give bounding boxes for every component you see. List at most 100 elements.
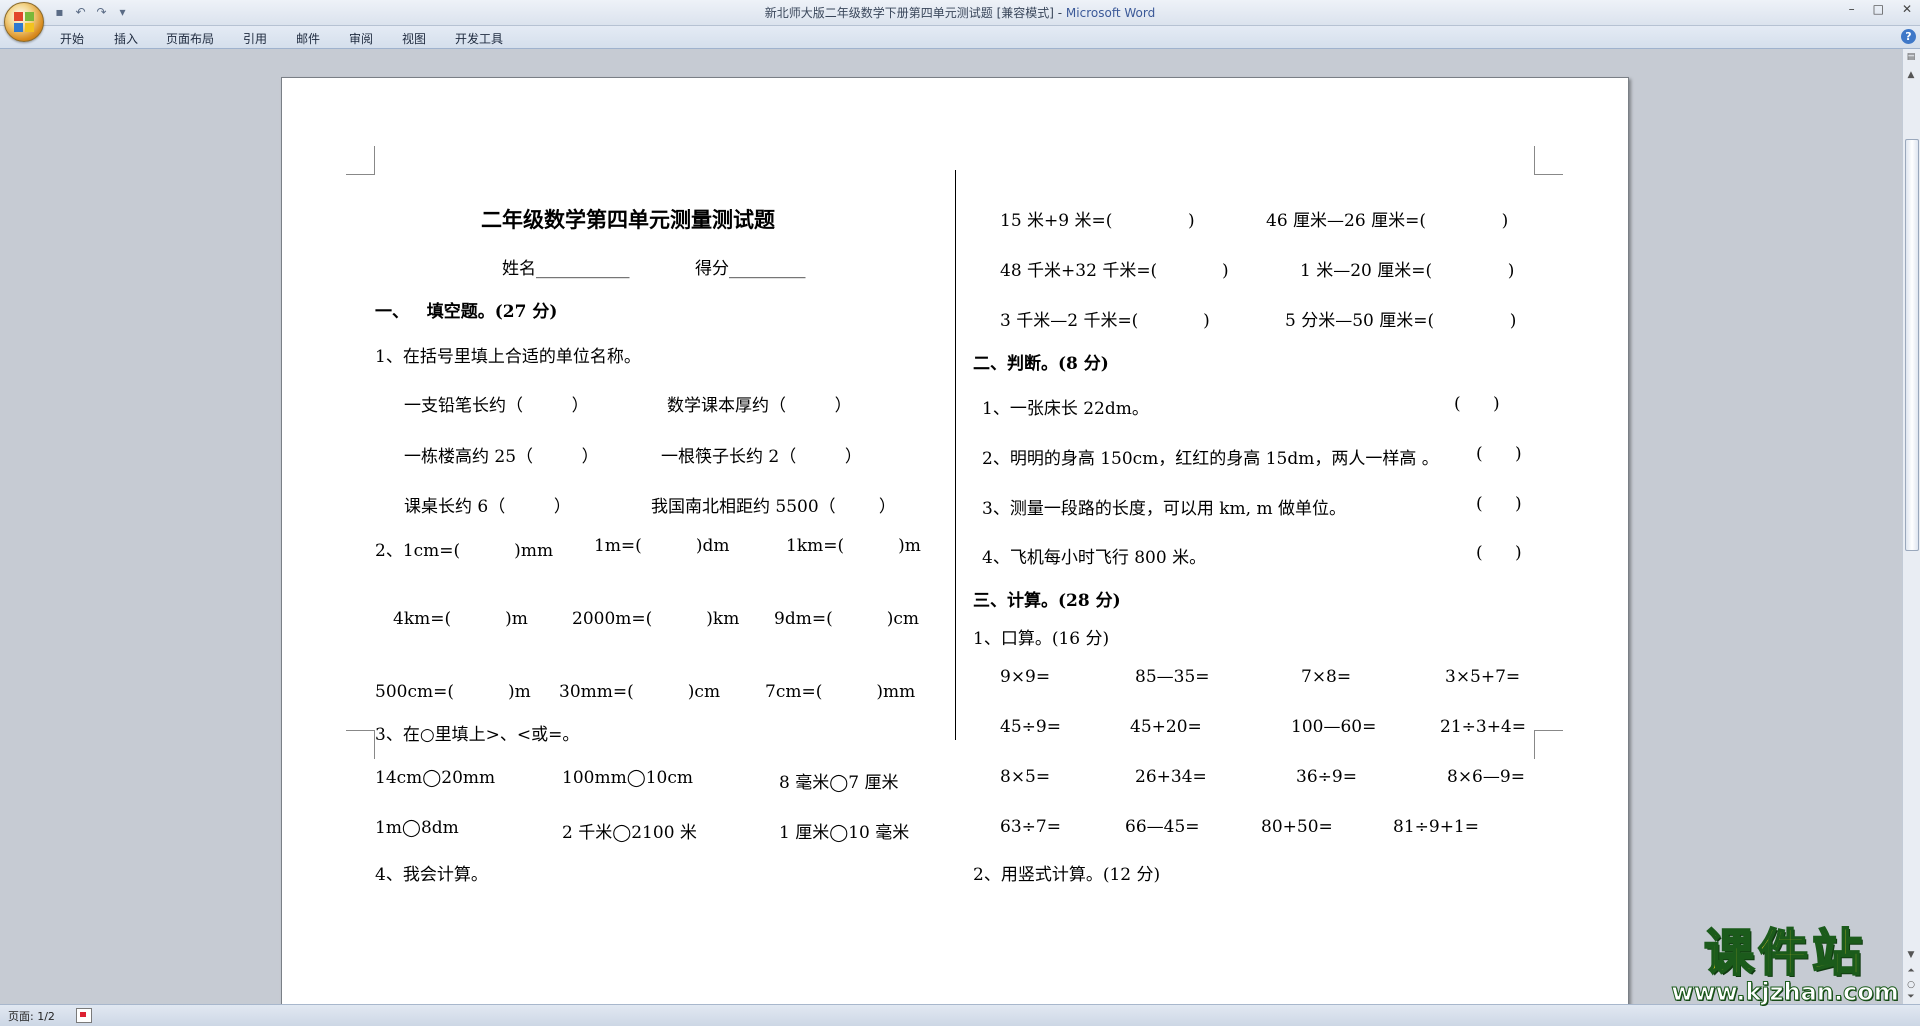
minimize-icon[interactable]: – bbox=[1849, 2, 1855, 16]
title-bar: ▪ ↶ ↷ ▾ 新北师大版二年级数学下册第四单元测试题 [兼容模式] - Mic… bbox=[0, 0, 1920, 26]
page-indicator[interactable]: 页面: 1/2 bbox=[8, 1008, 55, 1024]
q1-item: 我国南北相距约 5500（ ） bbox=[651, 497, 896, 517]
tab-view[interactable]: 视图 bbox=[402, 30, 426, 47]
unit-calc-item: 3 千米—2 千米=( ) bbox=[1000, 311, 1210, 331]
q1-item: 一根筷子长约 2（ ） bbox=[661, 447, 862, 467]
document-page[interactable]: 二年级数学第四单元测量测试题 姓名___________ 得分_________… bbox=[281, 77, 1629, 1004]
tab-insert[interactable]: 插入 bbox=[114, 30, 138, 47]
q3-item: 1 厘米◯10 毫米 bbox=[779, 823, 910, 843]
crop-mark bbox=[1534, 146, 1563, 175]
tab-layout[interactable]: 页面布局 bbox=[166, 30, 214, 47]
section-3-heading: 三、计算。(28 分) bbox=[973, 591, 1121, 611]
oral-calc-item: 45÷9= bbox=[1000, 717, 1061, 737]
q2-item: 1m=( )dm bbox=[594, 536, 730, 556]
q3-item: 1m◯8dm bbox=[375, 818, 459, 838]
q3-item: 2 千米◯2100 米 bbox=[562, 823, 697, 843]
score-field: 得分_________ bbox=[695, 259, 806, 279]
oral-calc-item: 21÷3+4= bbox=[1440, 717, 1526, 737]
q3-item: 100mm◯10cm bbox=[562, 768, 693, 788]
tab-developer[interactable]: 开发工具 bbox=[455, 30, 503, 47]
oral-calc-item: 85—35= bbox=[1135, 667, 1210, 687]
oral-calc-item: 63÷7= bbox=[1000, 817, 1061, 837]
ruler-toggle-icon[interactable]: ▤ bbox=[1905, 51, 1917, 63]
document-title: 新北师大版二年级数学下册第四单元测试题 [兼容模式] - bbox=[764, 6, 1066, 20]
judge-item: 2、明明的身高 150cm，红红的身高 15dm，两人一样高 。 bbox=[982, 449, 1439, 469]
q2-item: 30mm=( )cm bbox=[559, 682, 721, 702]
app-name: Microsoft Word bbox=[1065, 6, 1156, 20]
office-button[interactable] bbox=[4, 2, 44, 42]
q2-item: 2000m=( )km bbox=[572, 609, 740, 629]
scroll-down-icon[interactable]: ▼ bbox=[1905, 949, 1917, 961]
tab-references[interactable]: 引用 bbox=[243, 30, 267, 47]
scroll-thumb[interactable] bbox=[1905, 139, 1919, 551]
oral-calc-item: 81÷9+1= bbox=[1393, 817, 1479, 837]
crop-mark bbox=[346, 146, 375, 175]
judge-item: 4、飞机每小时飞行 800 米。 bbox=[982, 548, 1207, 568]
maximize-icon[interactable]: □ bbox=[1873, 2, 1884, 16]
oral-calc-item: 7×8= bbox=[1301, 667, 1352, 687]
oral-calc-item: 8×6—9= bbox=[1447, 767, 1525, 787]
q1-item: 数学课本厚约（ ） bbox=[667, 396, 852, 416]
calc-part-1: 1、口算。(16 分) bbox=[973, 629, 1110, 649]
section-2-heading: 二、判断。(8 分) bbox=[973, 354, 1109, 374]
close-icon[interactable]: ✕ bbox=[1902, 2, 1912, 16]
judge-paren: ( ) bbox=[1454, 394, 1500, 414]
oral-calc-item: 36÷9= bbox=[1296, 767, 1357, 787]
column-divider bbox=[955, 170, 956, 740]
watermark-title: 课件站 bbox=[1703, 924, 1866, 982]
unit-calc-item: 15 米+9 米=( ) bbox=[1000, 211, 1195, 231]
q1-item: 课桌长约 6（ ） bbox=[404, 497, 571, 517]
document-area: 二年级数学第四单元测量测试题 姓名___________ 得分_________… bbox=[0, 49, 1903, 1004]
q2-item: 1km=( )m bbox=[786, 536, 921, 556]
question-1: 1、在括号里填上合适的单位名称。 bbox=[375, 347, 641, 367]
judge-paren: ( ) bbox=[1476, 444, 1522, 464]
next-page-icon[interactable]: ⏷ bbox=[1905, 991, 1917, 1003]
q3-item: 14cm◯20mm bbox=[375, 768, 496, 788]
tab-mailings[interactable]: 邮件 bbox=[296, 30, 320, 47]
name-field: 姓名___________ bbox=[502, 259, 630, 279]
question-2: 2、1cm=( )mm bbox=[375, 541, 554, 561]
unit-calc-item: 5 分米—50 厘米=( ) bbox=[1285, 311, 1517, 331]
unit-calc-item: 1 米—20 厘米=( ) bbox=[1300, 261, 1515, 281]
unit-calc-item: 48 千米+32 千米=( ) bbox=[1000, 261, 1229, 281]
ribbon-tabs: 开始 插入 页面布局 引用 邮件 审阅 视图 开发工具 ? bbox=[0, 26, 1920, 49]
q1-item: 一支铅笔长约（ ） bbox=[404, 396, 589, 416]
oral-calc-item: 66—45= bbox=[1125, 817, 1200, 837]
tab-home[interactable]: 开始 bbox=[60, 30, 84, 47]
question-3: 3、在○里填上>、<或=。 bbox=[375, 725, 580, 745]
exam-title: 二年级数学第四单元测量测试题 bbox=[481, 207, 775, 232]
oral-calc-item: 100—60= bbox=[1291, 717, 1377, 737]
section-1-heading: 一、 填空题。(27 分) bbox=[375, 302, 558, 322]
q2-item: 500cm=( )m bbox=[375, 682, 531, 702]
watermark-url: www.kjzhan.com bbox=[1671, 978, 1899, 1006]
watermark-logo: 课件站 www.kjzhan.com bbox=[1665, 924, 1905, 1006]
q1-item: 一栋楼高约 25（ ） bbox=[404, 447, 599, 467]
judge-paren: ( ) bbox=[1476, 494, 1522, 514]
office-logo-icon bbox=[14, 12, 34, 32]
oral-calc-item: 8×5= bbox=[1000, 767, 1051, 787]
q3-item: 8 毫米◯7 厘米 bbox=[779, 773, 899, 793]
judge-item: 3、测量一段路的长度，可以用 km, m 做单位。 bbox=[982, 499, 1346, 519]
judge-item: 1、一张床长 22dm。 bbox=[982, 399, 1149, 419]
oral-calc-item: 80+50= bbox=[1261, 817, 1333, 837]
q2-item: 7cm=( )mm bbox=[765, 682, 916, 702]
oral-calc-item: 45+20= bbox=[1130, 717, 1202, 737]
proofing-icon[interactable] bbox=[76, 1008, 92, 1023]
crop-mark bbox=[1534, 730, 1563, 759]
status-bar: 页面: 1/2 bbox=[0, 1004, 1920, 1026]
oral-calc-item: 3×5+7= bbox=[1445, 667, 1521, 687]
vertical-scrollbar[interactable]: ▤ ▲ ▼ ⏶ ○ ⏷ bbox=[1902, 49, 1920, 1004]
q2-item: 9dm=( )cm bbox=[774, 609, 920, 629]
q2-item: 4km=( )m bbox=[393, 609, 528, 629]
help-icon[interactable]: ? bbox=[1901, 29, 1916, 44]
question-4: 4、我会计算。 bbox=[375, 865, 488, 885]
tab-review[interactable]: 审阅 bbox=[349, 30, 373, 47]
scroll-up-icon[interactable]: ▲ bbox=[1905, 69, 1917, 81]
crop-mark bbox=[346, 730, 375, 759]
window-title: 新北师大版二年级数学下册第四单元测试题 [兼容模式] - Microsoft W… bbox=[0, 4, 1920, 21]
calc-part-2: 2、用竖式计算。(12 分) bbox=[973, 865, 1161, 885]
prev-page-icon[interactable]: ⏶ bbox=[1905, 965, 1917, 977]
oral-calc-item: 26+34= bbox=[1135, 767, 1207, 787]
select-browse-object-icon[interactable]: ○ bbox=[1905, 979, 1917, 991]
judge-paren: ( ) bbox=[1476, 543, 1522, 563]
